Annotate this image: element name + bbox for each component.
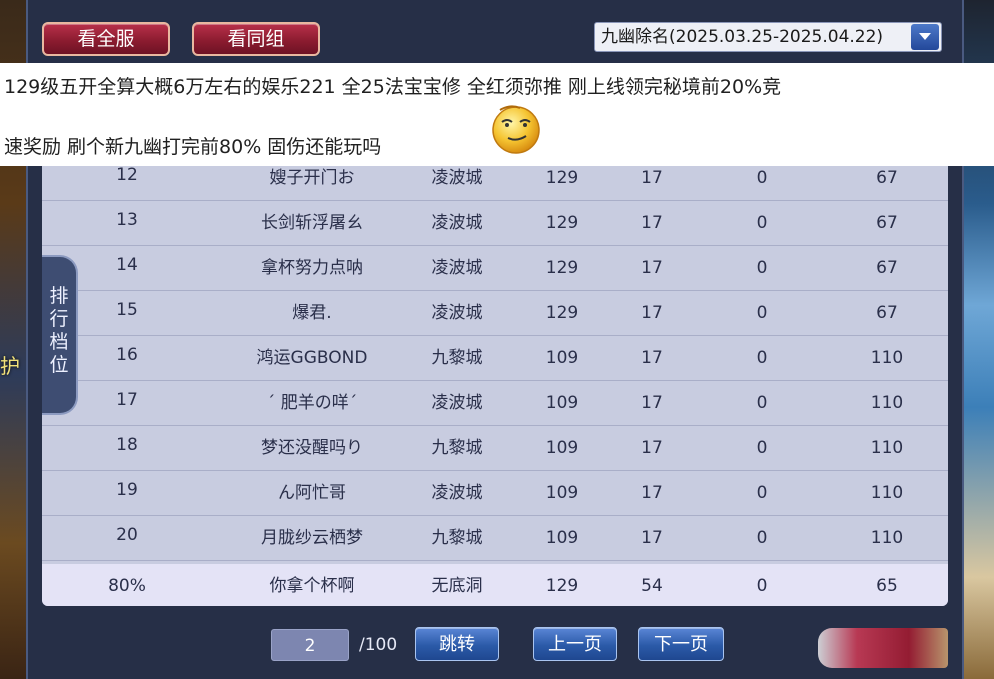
rank-cell: 18 xyxy=(116,435,138,455)
table-row[interactable]: 18 梦还没醒吗り 九黎城 109 17 0 110 xyxy=(42,426,948,471)
ranking-table: 12 嫂子开门お 凌波城 129 17 0 67 13 长剑斩浮屠ㄠ 凌波城 129 17 0 67 14 拿… xyxy=(42,150,948,606)
table-row[interactable]: 13 长剑斩浮屠ㄠ 凌波城 129 17 0 67 xyxy=(42,201,948,246)
chat-message-line-1: 129级五开全算大概6万左右的娱乐221 全25法宝宝修 全红须弥推 刚上线领完… xyxy=(4,76,782,98)
my-rank-row[interactable]: 80% 你拿个杯啊 无底洞 129 54 0 65 xyxy=(42,564,948,606)
rank-cell: 13 xyxy=(116,210,138,230)
stat-a-cell: 17 xyxy=(641,258,663,278)
server-cell: 凌波城 xyxy=(431,483,483,503)
smug-face-emoji-icon xyxy=(492,105,540,154)
jump-page-button[interactable]: 跳转 xyxy=(415,627,499,661)
stat-a-cell: 17 xyxy=(641,348,663,368)
view-same-group-button[interactable]: 看同组 xyxy=(192,22,320,56)
table-row[interactable]: 14 拿杯努力点呐 凌波城 129 17 0 67 xyxy=(42,246,948,291)
name-cell: ˊ 肥羊の咩ˊ xyxy=(266,393,358,413)
score-cell: 110 xyxy=(870,483,904,503)
game-scene: 护 看全服 看同组 九幽除名(2025.03.25-2025.04.22) 12… xyxy=(0,0,994,679)
score-cell: 110 xyxy=(870,528,904,548)
stat-a-cell: 54 xyxy=(641,576,663,596)
stat-a-cell: 17 xyxy=(641,213,663,233)
season-dropdown[interactable]: 九幽除名(2025.03.25-2025.04.22) xyxy=(594,22,942,52)
stat-b-cell: 0 xyxy=(756,576,768,596)
table-row[interactable]: 20 月胧纱云栖梦 九黎城 109 17 0 110 xyxy=(42,516,948,561)
stat-b-cell: 0 xyxy=(756,528,768,548)
stat-b-cell: 0 xyxy=(756,258,768,278)
rank-cell: 14 xyxy=(116,255,138,275)
next-page-button[interactable]: 下一页 xyxy=(638,627,724,661)
view-all-server-button[interactable]: 看全服 xyxy=(42,22,170,56)
stat-b-cell: 0 xyxy=(756,438,768,458)
table-row[interactable]: 19 ん阿忙哥 凌波城 109 17 0 110 xyxy=(42,471,948,516)
stat-a-cell: 17 xyxy=(641,438,663,458)
rank-tier-tab-label: 排行档位 xyxy=(49,285,69,376)
name-cell: ん阿忙哥 xyxy=(278,483,346,503)
stat-a-cell: 17 xyxy=(641,483,663,503)
name-cell: 长剑斩浮屠ㄠ xyxy=(261,213,363,233)
name-cell: 月胧纱云栖梦 xyxy=(261,528,363,548)
decorative-banner xyxy=(818,628,948,668)
stat-b-cell: 0 xyxy=(756,348,768,368)
world-npc-label: 护 xyxy=(0,354,20,378)
name-cell: 拿杯努力点呐 xyxy=(261,258,363,278)
server-cell: 九黎城 xyxy=(431,348,483,368)
page-number-input[interactable]: 2 xyxy=(271,629,349,661)
server-cell: 凌波城 xyxy=(431,303,483,323)
stat-b-cell: 0 xyxy=(756,483,768,503)
rank-cell: 80% xyxy=(108,576,146,596)
score-cell: 67 xyxy=(876,213,898,233)
score-cell: 67 xyxy=(876,303,898,323)
chat-overlay: 129级五开全算大概6万左右的娱乐221 全25法宝宝修 全红须弥推 刚上线领完… xyxy=(0,63,994,166)
server-cell: 凌波城 xyxy=(431,258,483,278)
score-cell: 110 xyxy=(870,438,904,458)
server-cell: 九黎城 xyxy=(431,528,483,548)
name-cell: 梦还没醒吗り xyxy=(261,438,363,458)
score-cell: 65 xyxy=(876,576,898,596)
server-cell: 凌波城 xyxy=(431,213,483,233)
name-cell: 爆君. xyxy=(292,303,332,323)
stat-b-cell: 0 xyxy=(756,393,768,413)
name-cell: 鸿运GGBOND xyxy=(256,348,368,368)
server-cell: 九黎城 xyxy=(431,438,483,458)
score-cell: 110 xyxy=(870,393,904,413)
prev-page-button[interactable]: 上一页 xyxy=(533,627,617,661)
rank-cell: 17 xyxy=(116,390,138,410)
table-row[interactable]: 16 鸿运GGBOND 九黎城 109 17 0 110 xyxy=(42,336,948,381)
server-cell: 无底洞 xyxy=(431,576,483,596)
stat-b-cell: 0 xyxy=(756,213,768,233)
table-row[interactable]: 17 ˊ 肥羊の咩ˊ 凌波城 109 17 0 110 xyxy=(42,381,948,426)
stat-a-cell: 17 xyxy=(641,393,663,413)
table-row[interactable]: 15 爆君. 凌波城 129 17 0 67 xyxy=(42,291,948,336)
rank-tier-tab[interactable]: 排行档位 xyxy=(42,255,78,415)
score-cell: 67 xyxy=(876,258,898,278)
rank-cell: 19 xyxy=(116,480,138,500)
rank-cell: 20 xyxy=(116,525,138,545)
rank-cell: 15 xyxy=(116,300,138,320)
chat-message-line-2: 速奖励 刷个新九幽打完前80% 固伤还能玩吗 xyxy=(4,136,382,158)
season-selected-value: 九幽除名(2025.03.25-2025.04.22) xyxy=(601,27,884,47)
stat-a-cell: 17 xyxy=(641,303,663,323)
rank-cell: 16 xyxy=(116,345,138,365)
page-total-label: /100 xyxy=(359,635,398,655)
stat-b-cell: 0 xyxy=(756,303,768,323)
name-cell: 你拿个杯啊 xyxy=(269,576,355,596)
score-cell: 110 xyxy=(870,348,904,368)
stat-a-cell: 17 xyxy=(641,528,663,548)
server-cell: 凌波城 xyxy=(431,393,483,413)
dropdown-arrow-icon[interactable] xyxy=(911,24,939,50)
